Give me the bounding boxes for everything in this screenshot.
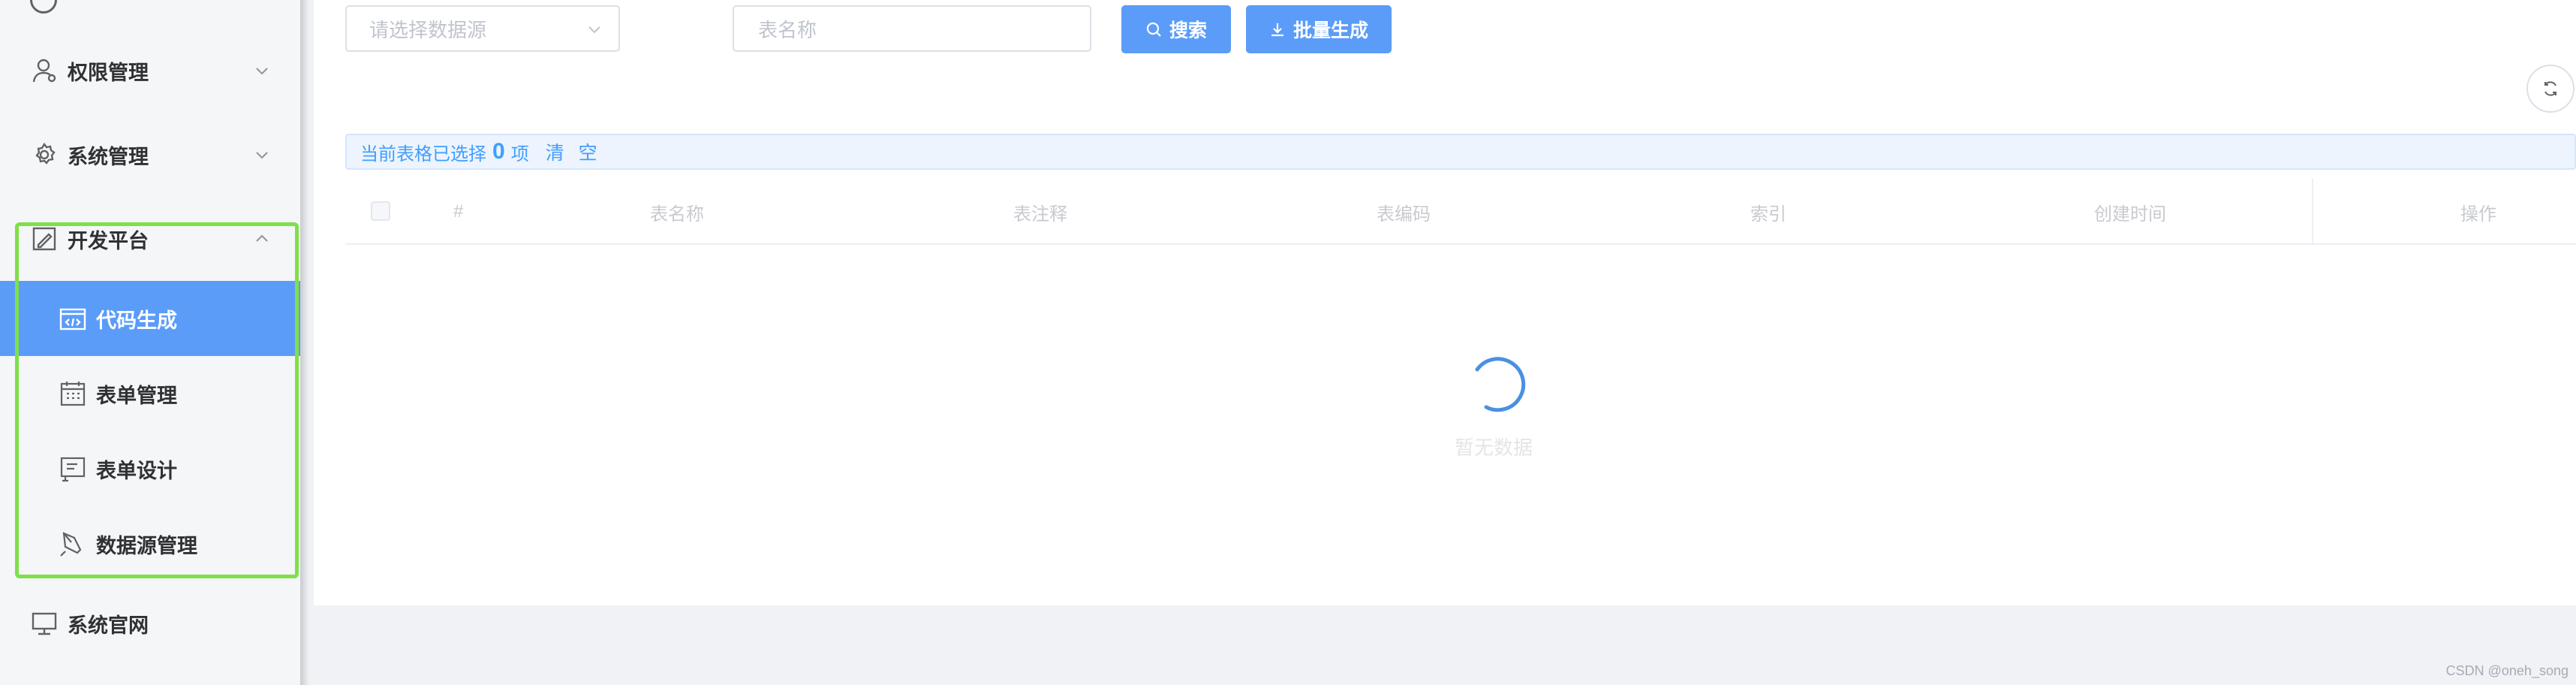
sidebar-item-form-design[interactable]: 表单设计: [0, 431, 300, 506]
select-all-checkbox[interactable]: [371, 201, 390, 221]
selection-count: 0: [492, 139, 505, 164]
chevron-down-icon: [252, 61, 272, 80]
pen-icon: [59, 530, 87, 558]
clear-selection-link[interactable]: 清 空: [546, 138, 602, 165]
column-header-created-time[interactable]: 创建时间: [2094, 179, 2166, 245]
tablename-placeholder: 表名称: [758, 18, 817, 41]
form-design-icon: [59, 454, 87, 483]
selection-prefix: 当前表格已选择: [360, 143, 486, 164]
sidebar-item-label: 数据源管理: [96, 534, 197, 557]
batch-generate-label: 批量生成: [1293, 20, 1368, 41]
user-icon: [30, 56, 59, 85]
watermark: CSDN @oneh_song: [2445, 663, 2568, 678]
empty-state-text: 暂无数据: [1454, 436, 1533, 459]
sidebar-item-label: 表单设计: [96, 459, 177, 482]
download-icon: [1271, 23, 1283, 37]
partial-menu-icon: [30, 0, 57, 14]
sidebar-item-official-site[interactable]: 系统官网: [0, 586, 300, 661]
datasource-placeholder: 请选择数据源: [369, 18, 487, 41]
chevron-up-icon: [252, 229, 272, 249]
refresh-button[interactable]: [2526, 65, 2574, 113]
column-header-table-name[interactable]: 表名称: [650, 179, 704, 245]
column-header-table-comment[interactable]: 表注释: [1013, 179, 1067, 245]
main-content-card: [314, 0, 2576, 605]
column-header-index-key[interactable]: 索引: [1750, 179, 1786, 245]
sidebar-shadow: [300, 0, 309, 685]
table-header: # 表名称 表注释 表编码 索引 创建时间 操作: [345, 179, 2576, 245]
sidebar-item-label: 代码生成: [96, 309, 177, 332]
batch-generate-button[interactable]: 批量生成: [1246, 5, 1392, 53]
sidebar-item-label: 表单管理: [96, 384, 177, 407]
sidebar-item-form-management[interactable]: 表单管理: [0, 356, 300, 431]
sidebar-item-dev-platform[interactable]: 开发平台: [0, 201, 300, 276]
sidebar-item-label: 开发平台: [68, 229, 149, 252]
column-header-actions: 操作: [2460, 204, 2496, 225]
chevron-down-icon: [588, 26, 600, 34]
search-button[interactable]: 搜索: [1121, 5, 1231, 53]
sidebar-item-code-gen[interactable]: 代码生成: [0, 281, 300, 356]
sidebar-item-label: 系统官网: [68, 614, 149, 637]
search-icon: [1146, 22, 1161, 37]
edit-icon: [30, 225, 59, 253]
column-header-index: #: [453, 201, 464, 222]
calendar-icon: [59, 379, 87, 408]
code-window-icon: [59, 304, 87, 333]
selection-info-bar: 当前表格已选择 0 项 清 空: [345, 134, 2576, 170]
gear-icon: [30, 140, 59, 169]
sidebar: 权限管理 系统管理 开发平台 代码生成 表单管理 表单设计 数据源管理 系统官网: [0, 0, 300, 685]
sidebar-item-label: 权限管理: [68, 61, 149, 84]
loading-spinner: [1447, 336, 1540, 430]
refresh-icon: [2544, 81, 2556, 96]
search-button-label: 搜索: [1169, 20, 1207, 41]
sidebar-item-system[interactable]: 系统管理: [0, 117, 300, 192]
column-divider: [2312, 179, 2313, 245]
chevron-down-icon: [252, 145, 272, 164]
sidebar-item-label: 系统管理: [68, 145, 149, 168]
datasource-select[interactable]: 请选择数据源: [345, 5, 620, 52]
selection-suffix: 项: [510, 143, 529, 164]
tablename-input[interactable]: 表名称: [733, 5, 1091, 52]
monitor-icon: [30, 609, 59, 638]
sidebar-item-datasource[interactable]: 数据源管理: [0, 506, 300, 581]
column-header-table-code[interactable]: 表编码: [1377, 179, 1431, 245]
sidebar-item-permissions[interactable]: 权限管理: [0, 33, 300, 108]
